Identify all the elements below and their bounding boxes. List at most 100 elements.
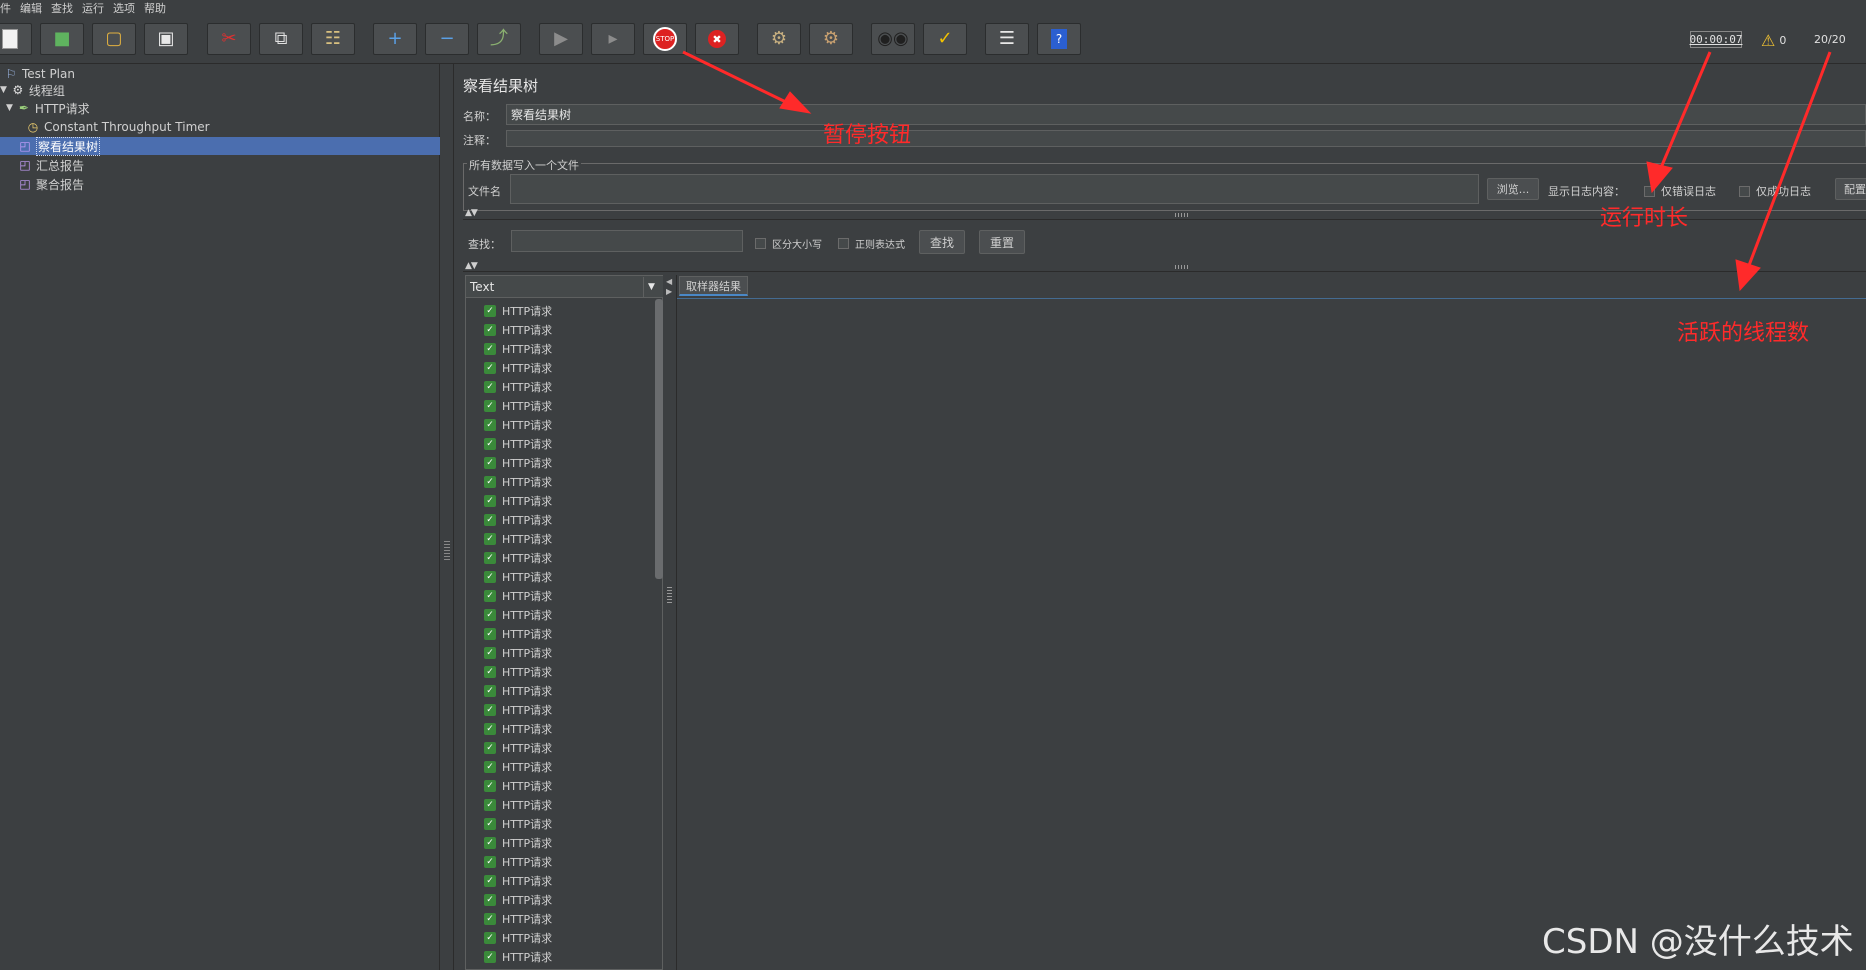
divider-grip[interactable] xyxy=(1175,213,1189,217)
list-item[interactable]: ✓ HTTP请求 xyxy=(484,493,552,509)
list-item[interactable]: ✓ HTTP请求 xyxy=(484,778,552,794)
collapse-arrows-icon[interactable]: ▲▼ xyxy=(465,208,478,218)
list-item-label: HTTP请求 xyxy=(502,856,553,869)
list-item[interactable]: ✓ HTTP请求 xyxy=(484,626,552,642)
tab-sampler-result[interactable]: 取样器结果 xyxy=(679,276,748,296)
tree-node-aggregate-report[interactable]: ◰ 聚合报告 xyxy=(18,175,84,193)
divider-grip[interactable] xyxy=(1175,265,1189,269)
filename-field[interactable] xyxy=(510,174,1479,204)
collapse-button[interactable]: − xyxy=(425,23,469,55)
clear-all-button[interactable]: ⚙ xyxy=(809,23,853,55)
shutdown-button[interactable]: ✖ xyxy=(695,23,739,55)
results-splitter[interactable]: ◀ ▶ xyxy=(664,275,675,970)
list-item[interactable]: ✓ HTTP请求 xyxy=(484,322,552,338)
list-item[interactable]: ✓ HTTP请求 xyxy=(484,702,552,718)
list-item[interactable]: ✓ HTTP请求 xyxy=(484,303,552,319)
list-item-label: HTTP请求 xyxy=(502,419,553,432)
menu-help[interactable]: 帮助 xyxy=(144,0,175,16)
menu-run[interactable]: 运行 xyxy=(82,0,113,16)
expand-button[interactable]: + xyxy=(373,23,417,55)
chevron-left-icon[interactable]: ◀ xyxy=(666,277,672,286)
menu-file[interactable]: 件 xyxy=(0,0,20,16)
errors-only-checkbox[interactable]: 仅错误日志 xyxy=(1644,183,1716,199)
copy-button[interactable]: ⧉ xyxy=(259,23,303,55)
function-helper-button[interactable]: ☰ xyxy=(985,23,1029,55)
toggle-button[interactable]: ⤴ xyxy=(477,23,521,55)
list-item[interactable]: ✓ HTTP请求 xyxy=(484,759,552,775)
list-item[interactable]: ✓ HTTP请求 xyxy=(484,854,552,870)
list-item[interactable]: ✓ HTTP请求 xyxy=(484,873,552,889)
start-button[interactable]: ▶ xyxy=(539,23,583,55)
regex-checkbox[interactable]: 正则表达式 xyxy=(838,236,905,251)
list-item[interactable]: ✓ HTTP请求 xyxy=(484,550,552,566)
list-item[interactable]: ✓ HTTP请求 xyxy=(484,892,552,908)
list-item[interactable]: ✓ HTTP请求 xyxy=(484,569,552,585)
stop-button[interactable]: STOP xyxy=(643,23,687,55)
list-item[interactable]: ✓ HTTP请求 xyxy=(484,683,552,699)
list-item[interactable]: ✓ HTTP请求 xyxy=(484,816,552,832)
list-item[interactable]: ✓ HTTP请求 xyxy=(484,588,552,604)
tree-splitter[interactable] xyxy=(442,64,454,970)
list-item[interactable]: ✓ HTTP请求 xyxy=(484,455,552,471)
list-item[interactable]: ✓ HTTP请求 xyxy=(484,512,552,528)
tree-node-http-request[interactable]: ▼ ✒ HTTP请求 xyxy=(6,99,90,117)
help-button[interactable]: ? xyxy=(1037,23,1081,55)
success-only-checkbox[interactable]: 仅成功日志 xyxy=(1739,183,1811,199)
list-item[interactable]: ✓ HTTP请求 xyxy=(484,436,552,452)
list-item-label: HTTP请求 xyxy=(502,799,553,812)
active-threads: 20/20 xyxy=(1814,33,1846,46)
watermark: CSDN @没什么技术 xyxy=(1542,922,1854,962)
start-icon: ▶ xyxy=(554,28,568,49)
success-icon: ✓ xyxy=(484,780,496,792)
list-item[interactable]: ✓ HTTP请求 xyxy=(484,341,552,357)
cut-button[interactable]: ✂ xyxy=(207,23,251,55)
configure-button[interactable]: 配置 xyxy=(1835,178,1866,200)
list-item[interactable]: ✓ HTTP请求 xyxy=(484,949,552,965)
list-item[interactable]: ✓ HTTP请求 xyxy=(484,379,552,395)
list-item[interactable]: ✓ HTTP请求 xyxy=(484,911,552,927)
list-item[interactable]: ✓ HTTP请求 xyxy=(484,797,552,813)
list-item[interactable]: ✓ HTTP请求 xyxy=(484,360,552,376)
menu-options[interactable]: 选项 xyxy=(113,0,144,16)
list-item[interactable]: ✓ HTTP请求 xyxy=(484,664,552,680)
list-item[interactable]: ✓ HTTP请求 xyxy=(484,531,552,547)
chevron-right-icon[interactable]: ▶ xyxy=(666,287,672,296)
open-button[interactable]: ▢ xyxy=(92,23,136,55)
list-item[interactable]: ✓ HTTP请求 xyxy=(484,398,552,414)
list-item[interactable]: ✓ HTTP请求 xyxy=(484,607,552,623)
menu-edit[interactable]: 编辑 xyxy=(20,0,51,16)
expand-toggle-icon[interactable]: ▼ xyxy=(0,85,7,95)
case-sensitive-checkbox[interactable]: 区分大小写 xyxy=(755,236,822,251)
search-input[interactable] xyxy=(511,230,743,252)
list-item[interactable]: ✓ HTTP请求 xyxy=(484,740,552,756)
list-item[interactable]: ✓ HTTP请求 xyxy=(484,835,552,851)
tree-node-thread-group[interactable]: ▼ ⚙ 线程组 xyxy=(0,81,65,99)
list-item[interactable]: ✓ HTTP请求 xyxy=(484,645,552,661)
tree-node-summary-report[interactable]: ◰ 汇总报告 xyxy=(18,156,84,174)
templates-button[interactable]: ■ xyxy=(40,23,84,55)
results-scrollbar[interactable] xyxy=(655,299,663,579)
list-item[interactable]: ✓ HTTP请求 xyxy=(484,474,552,490)
name-field[interactable]: 察看结果树 xyxy=(506,104,1866,125)
paste-button[interactable]: ☷ xyxy=(311,23,355,55)
reset-search-button[interactable]: ✓ xyxy=(923,23,967,55)
find-button[interactable]: 查找 xyxy=(919,230,965,254)
new-button[interactable] xyxy=(0,23,32,55)
start-no-pause-button[interactable]: ▸ xyxy=(591,23,635,55)
tree-node-constant-throughput-timer[interactable]: ◷ Constant Throughput Timer xyxy=(26,118,210,136)
collapse-arrows-icon[interactable]: ▲▼ xyxy=(465,261,478,271)
list-item[interactable]: ✓ HTTP请求 xyxy=(484,721,552,737)
reset-button[interactable]: 重置 xyxy=(979,230,1025,254)
expand-toggle-icon[interactable]: ▼ xyxy=(6,103,13,113)
warning-indicator[interactable]: ⚠ 0 xyxy=(1761,31,1786,50)
menu-search[interactable]: 查找 xyxy=(51,0,82,16)
tree-node-view-results-tree[interactable]: ◰ 察看结果树 xyxy=(0,136,440,156)
browse-button[interactable]: 浏览... xyxy=(1487,178,1539,200)
clear-button[interactable]: ⚙ xyxy=(757,23,801,55)
search-button[interactable]: ◉◉ xyxy=(871,23,915,55)
list-item[interactable]: ✓ HTTP请求 xyxy=(484,930,552,946)
list-item[interactable]: ✓ HTTP请求 xyxy=(484,417,552,433)
comment-field[interactable] xyxy=(506,130,1866,147)
renderer-select[interactable]: Text ▼ xyxy=(466,276,663,298)
save-button[interactable]: ▣ xyxy=(144,23,188,55)
